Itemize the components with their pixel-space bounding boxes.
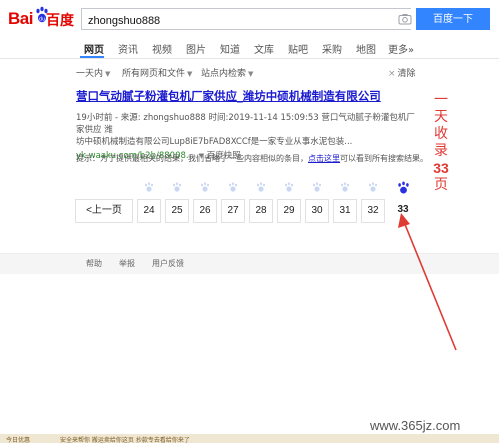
header: Bai du 百度 百度一下	[0, 0, 499, 38]
annotation-char: 一	[434, 92, 448, 108]
tab-zhidao[interactable]: 知道	[220, 41, 240, 56]
paw-icon	[341, 182, 349, 192]
camera-icon[interactable]	[398, 12, 412, 26]
result-abstract-line1: 19小时前 - 来源: zhongshuo888 时间:2019-11-14 1…	[76, 113, 415, 135]
paw-icon	[369, 182, 377, 192]
paw-icon	[201, 182, 209, 192]
paw-current-icon	[398, 181, 409, 194]
chevron-down-icon: ▼	[187, 70, 193, 78]
logo-text-du: 百度	[46, 13, 74, 29]
clear-filter-label: 清除	[397, 69, 416, 79]
page-29[interactable]: 29	[277, 199, 301, 223]
tab-news[interactable]: 资讯	[118, 41, 138, 56]
clear-filter[interactable]: × 清除	[388, 66, 416, 79]
tab-more[interactable]: 更多»	[388, 41, 414, 56]
paw-icon	[257, 182, 265, 192]
tab-map[interactable]: 地图	[356, 41, 376, 56]
search-button[interactable]: 百度一下	[416, 8, 490, 30]
page-30[interactable]: 30	[305, 199, 329, 223]
tab-web[interactable]: 网页	[84, 41, 104, 56]
annotation-char: 录	[434, 143, 448, 159]
chevron-down-icon: ▼	[105, 70, 111, 78]
search-input[interactable]	[82, 11, 394, 31]
tab-purchase[interactable]: 采购	[322, 41, 342, 56]
omitted-results-tip: 提示：为了提供最相关的结果，我们省略了一些内容相似的条目，点击这里可以看到所有搜…	[76, 153, 428, 164]
bottom-banner: 今日优惠 安全来帮你 搬运卖给你这页 抄款专去看给你来了	[0, 434, 499, 444]
paw-icon	[229, 182, 237, 192]
type-filter[interactable]: 所有网页和文件 ▼	[122, 66, 192, 79]
annotation-char: 收	[434, 126, 448, 142]
tab-tieba[interactable]: 贴吧	[288, 41, 308, 56]
annotation-char: 页	[434, 177, 448, 193]
pagination: <上一页 24 25 26 27 28 29 30 31 32 33	[75, 181, 420, 230]
watermark: www.365jz.com	[370, 418, 461, 433]
active-tab-underline	[80, 56, 104, 58]
tab-images[interactable]: 图片	[186, 41, 206, 56]
time-filter[interactable]: 一天内 ▼	[76, 66, 110, 79]
logo-text-bai: Bai	[8, 9, 33, 28]
chevron-down-icon: ▼	[248, 70, 254, 78]
annotation-number: 33	[433, 160, 449, 176]
nav-tabs: 网页 资讯 视频 图片 知道 文库 贴吧 采购 地图 更多»	[0, 38, 499, 59]
site-filter[interactable]: 站点内检索 ▼	[201, 66, 253, 79]
show-all-link[interactable]: 点击这里	[308, 154, 340, 163]
search-box	[81, 8, 411, 31]
page-25[interactable]: 25	[165, 199, 189, 223]
report-link[interactable]: 举报	[119, 258, 135, 269]
tab-video[interactable]: 视频	[152, 41, 172, 56]
site-filter-label: 站点内检索	[201, 69, 247, 79]
result-abstract-line2: 坊中硕机械制造有限公司Lup8iE7bFAD8XCCf是一家专业从事水泥包装..…	[76, 137, 353, 147]
tip-prefix: 提示：为了提供最相关的结果，我们省略了一些内容相似的条目，	[76, 154, 308, 163]
page-32[interactable]: 32	[361, 199, 385, 223]
result-title-link[interactable]: 营口气动腻子粉灌包机厂家供应_潍坊中硕机械制造有限公司	[76, 88, 421, 104]
paw-icon	[285, 182, 293, 192]
feedback-link[interactable]: 用户反馈	[152, 258, 184, 269]
page-33-current: 33	[391, 199, 415, 223]
page-31[interactable]: 31	[333, 199, 357, 223]
prev-page-button[interactable]: <上一页	[75, 199, 133, 223]
page-27[interactable]: 27	[221, 199, 245, 223]
footer: 帮助 举报 用户反馈	[0, 253, 499, 274]
help-link[interactable]: 帮助	[86, 258, 102, 269]
search-result: 营口气动腻子粉灌包机厂家供应_潍坊中硕机械制造有限公司 19小时前 - 来源: …	[76, 88, 421, 161]
paw-icon	[173, 182, 181, 192]
close-icon: ×	[388, 69, 396, 79]
tip-suffix: 可以看到所有搜索结果。	[340, 154, 428, 163]
page-24[interactable]: 24	[137, 199, 161, 223]
annotation-char: 天	[434, 109, 448, 125]
time-filter-label: 一天内	[76, 69, 104, 79]
paw-icon	[145, 182, 153, 192]
search-tools: 一天内 ▼ 所有网页和文件 ▼ 站点内检索 ▼ × 清除	[0, 66, 499, 82]
svg-text:du: du	[39, 17, 45, 23]
paw-icon	[313, 182, 321, 192]
result-abstract: 19小时前 - 来源: zhongshuo888 时间:2019-11-14 1…	[76, 112, 421, 148]
annotation-text: 一 天 收 录 33 页	[430, 92, 452, 194]
page-28[interactable]: 28	[249, 199, 273, 223]
page-26[interactable]: 26	[193, 199, 217, 223]
type-filter-label: 所有网页和文件	[122, 69, 186, 79]
baidu-logo[interactable]: Bai du 百度	[8, 6, 74, 30]
tab-wenku[interactable]: 文库	[254, 41, 274, 56]
